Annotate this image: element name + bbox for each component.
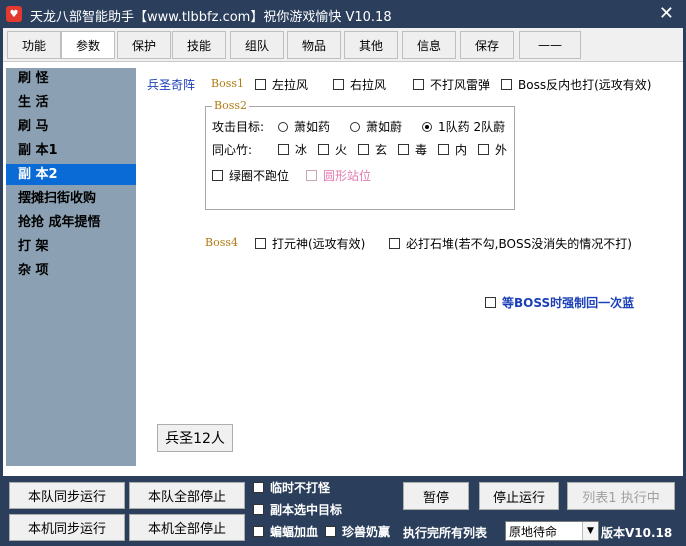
bottom-bar: 本队同步运行 本队全部停止 本机同步运行 本机全部停止 临时不打怪 副本选中目标…	[3, 476, 683, 544]
content-panel: 兵圣奇阵 Boss1 左拉风 右拉风 不打风雷弹 Boss反内也打(远攻有效) …	[139, 68, 675, 468]
boss1-right-wind-checkbox[interactable]: 右拉风	[333, 76, 386, 93]
sidebar-item-dungeon1[interactable]: 副 本1	[6, 140, 136, 161]
tab-team[interactable]: 组队	[230, 31, 284, 59]
boss2-group: Boss2 攻击目标: 萧如药 萧如蔚 1队药 2队蔚 同心竹: 冰 火 玄 毒…	[205, 99, 515, 210]
window-title: 天龙八部智能助手【www.tlbbfz.com】祝你游戏愉快 V10.18	[30, 10, 392, 25]
tab-items[interactable]: 物品	[287, 31, 341, 59]
after-all-label: 执行完所有列表	[403, 526, 488, 540]
boss4-stone-checkbox[interactable]: 必打石堆(若不勾,BOSS没消失的情况不打)	[389, 235, 632, 252]
boss1-reverse-checkbox[interactable]: Boss反内也打(远攻有效)	[501, 76, 651, 93]
sidebar-item-life[interactable]: 生 活	[6, 92, 136, 113]
stop-run-button[interactable]: 停止运行	[479, 482, 559, 510]
sidebar-item-horse[interactable]: 刷 马	[6, 116, 136, 137]
team-stop-all-button[interactable]: 本队全部停止	[129, 482, 245, 509]
tab-skills[interactable]: 技能	[172, 31, 226, 59]
boss4-yuanshen-checkbox[interactable]: 打元神(远攻有效)	[255, 235, 365, 252]
pause-button[interactable]: 暂停	[403, 482, 469, 510]
boss1-no-thunder-checkbox[interactable]: 不打风雷弹	[413, 76, 490, 93]
rare-beast-checkbox[interactable]: 珍兽奶赢	[325, 523, 390, 540]
tab-other[interactable]: 其他	[344, 31, 398, 59]
app-logo-icon: ♥	[6, 6, 22, 22]
temp-no-fight-checkbox[interactable]: 临时不打怪	[253, 479, 330, 496]
dungeon-target-checkbox[interactable]: 副本选中目标	[253, 501, 342, 518]
boss1-label: Boss1	[211, 77, 244, 90]
tab-save[interactable]: 保存	[460, 31, 514, 59]
close-icon[interactable]: ✕	[659, 3, 674, 24]
tongxin-poison-checkbox[interactable]: 毒	[398, 141, 427, 158]
tongxin-ice-checkbox[interactable]: 冰	[278, 141, 307, 158]
tab-info[interactable]: 信息	[402, 31, 456, 59]
boss1-left-wind-checkbox[interactable]: 左拉风	[255, 76, 308, 93]
circle-position-checkbox[interactable]: 圆形站位	[306, 167, 371, 184]
sidebar-item-monster[interactable]: 刷 怪	[6, 68, 136, 89]
target-split-radio[interactable]: 1队药 2队蔚	[422, 118, 505, 135]
green-circle-no-move-checkbox[interactable]: 绿圈不跑位	[212, 167, 289, 184]
after-all-select[interactable]: 原地待命 ▼	[505, 521, 599, 541]
sidebar-item-dungeon2[interactable]: 副 本2	[6, 164, 136, 185]
tongxin-xuan-checkbox[interactable]: 玄	[358, 141, 387, 158]
tab-protect[interactable]: 保护	[117, 31, 171, 59]
target-xiaoruyao-radio[interactable]: 萧如药	[278, 118, 330, 135]
tab-extra[interactable]: ——	[519, 31, 581, 59]
chevron-down-icon: ▼	[582, 522, 598, 540]
local-stop-all-button[interactable]: 本机全部停止	[129, 514, 245, 541]
tab-functions[interactable]: 功能	[7, 31, 61, 59]
version-label: 版本V10.18	[601, 526, 673, 540]
bingsheng-12-button[interactable]: 兵圣12人	[157, 424, 233, 452]
after-all-value: 原地待命	[509, 524, 558, 539]
sidebar: 刷 怪 生 活 刷 马 副 本1 副 本2 摆摊扫街收购 抢抢 成年提悟 打 架…	[6, 68, 136, 466]
attack-target-label: 攻击目标:	[212, 120, 265, 134]
section-title: 兵圣奇阵	[147, 78, 196, 92]
tab-bar: 功能 参数 保护 技能 组队 物品 其他 信息 保存 ——	[3, 28, 683, 62]
team-sync-run-button[interactable]: 本队同步运行	[9, 482, 125, 509]
sidebar-item-grab[interactable]: 抢抢 成年提悟	[6, 212, 136, 233]
client-area: 功能 参数 保护 技能 组队 物品 其他 信息 保存 —— 刷 怪 生 活 刷 …	[3, 28, 683, 544]
tab-params[interactable]: 参数	[61, 31, 115, 59]
sidebar-item-fight[interactable]: 打 架	[6, 236, 136, 257]
force-blue-checkbox[interactable]: 等BOSS时强制回一次蓝	[485, 294, 634, 311]
tongxin-label: 同心竹:	[212, 143, 253, 157]
tongxin-inner-checkbox[interactable]: 内	[438, 141, 467, 158]
boss2-legend: Boss2	[212, 99, 249, 112]
title-bar: ♥ 天龙八部智能助手【www.tlbbfz.com】祝你游戏愉快 V10.18 …	[0, 0, 686, 28]
tongxin-fire-checkbox[interactable]: 火	[318, 141, 347, 158]
target-xiaoruwei-radio[interactable]: 萧如蔚	[350, 118, 402, 135]
boss4-label: Boss4	[205, 236, 238, 249]
sidebar-item-stall[interactable]: 摆摊扫街收购	[6, 188, 136, 209]
sidebar-item-misc[interactable]: 杂 项	[6, 260, 136, 281]
local-sync-run-button[interactable]: 本机同步运行	[9, 514, 125, 541]
tongxin-outer-checkbox[interactable]: 外	[478, 141, 507, 158]
list1-running-button[interactable]: 列表1 执行中	[567, 482, 675, 510]
bat-blood-checkbox[interactable]: 蝙蝠加血	[253, 523, 318, 540]
